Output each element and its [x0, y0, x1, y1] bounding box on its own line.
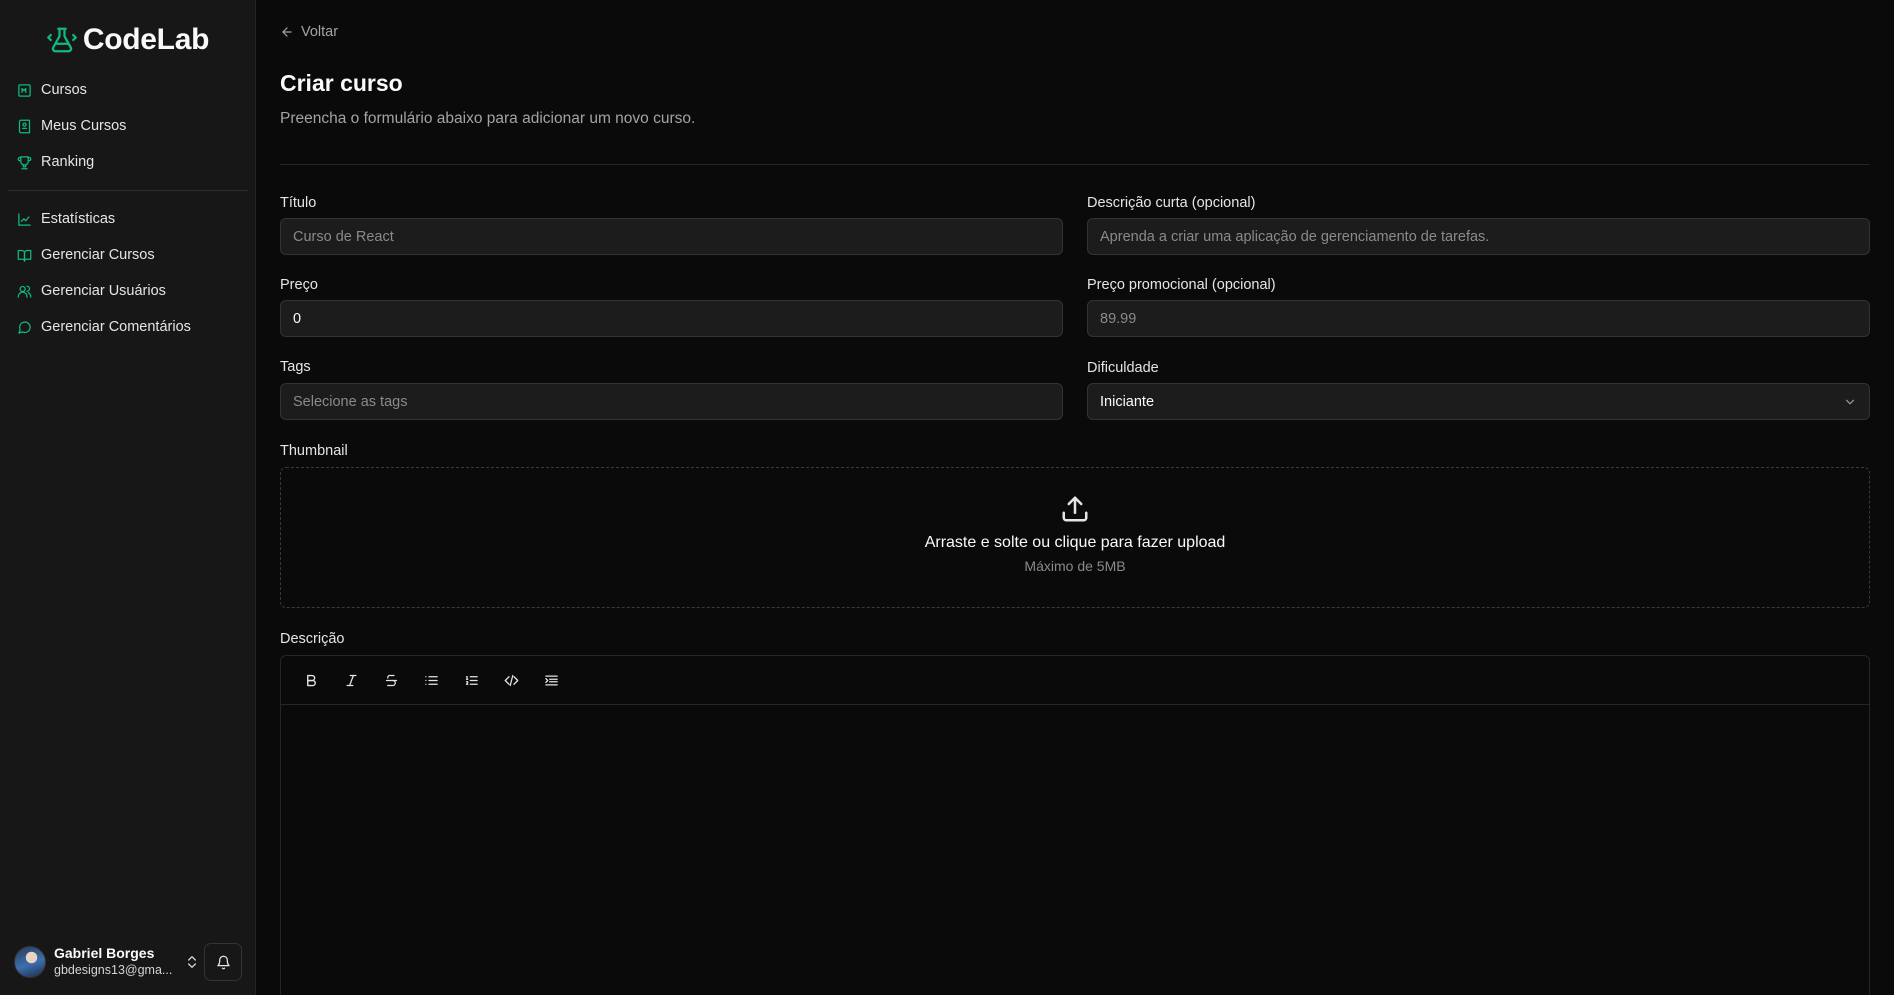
title-input[interactable]	[280, 218, 1063, 255]
short-description-input[interactable]	[1087, 218, 1870, 255]
title-label: Título	[280, 195, 317, 211]
avatar	[14, 946, 46, 978]
sidebar-item-cursos[interactable]: Cursos	[8, 72, 248, 108]
indent-button[interactable]	[533, 664, 569, 696]
my-courses-icon	[18, 119, 31, 133]
italic-button[interactable]	[333, 664, 369, 696]
upload-hint: Máximo de 5MB	[1024, 558, 1126, 574]
tags-label: Tags	[280, 359, 311, 375]
sidebar-item-ranking[interactable]: Ranking	[8, 144, 248, 180]
code-button[interactable]	[493, 664, 529, 696]
user-email: gbdesigns13@gma...	[54, 962, 173, 977]
price-input[interactable]	[280, 300, 1063, 337]
bullet-list-icon	[424, 675, 438, 685]
book-open-icon	[17, 249, 32, 262]
bullet-list-button[interactable]	[413, 664, 449, 696]
strikethrough-button[interactable]	[373, 664, 409, 696]
ordered-list-icon	[465, 675, 478, 685]
sidebar-item-label: Gerenciar Cursos	[41, 247, 155, 263]
main-content: Voltar Criar curso Preencha o formulário…	[280, 0, 1870, 995]
description-label: Descrição	[280, 631, 345, 647]
sidebar: CodeLab Cursos Meus Cursos Ranking Estat…	[0, 0, 256, 995]
indent-icon	[544, 675, 558, 685]
thumbnail-dropzone[interactable]: Arraste e solte ou clique para fazer upl…	[280, 467, 1870, 608]
sidebar-item-gerenciar-usuarios[interactable]: Gerenciar Usuários	[8, 273, 248, 309]
admin-nav: Estatísticas Gerenciar Cursos Gerenciar …	[8, 201, 248, 345]
sidebar-item-label: Gerenciar Comentários	[41, 319, 191, 335]
editor-toolbar	[281, 656, 1869, 705]
sidebar-item-gerenciar-comentarios[interactable]: Gerenciar Comentários	[8, 309, 248, 345]
promo-price-input[interactable]	[1087, 300, 1870, 337]
notifications-button[interactable]	[204, 943, 242, 981]
brand-logo[interactable]: CodeLab	[0, 22, 256, 58]
sidebar-divider	[8, 190, 248, 191]
user-menu[interactable]: Gabriel Borges gbdesigns13@gma...	[8, 939, 248, 985]
promo-price-label: Preço promocional (opcional)	[1087, 277, 1276, 293]
chevron-down-icon	[1845, 399, 1855, 404]
sidebar-item-label: Gerenciar Usuários	[41, 283, 166, 299]
sidebar-item-label: Estatísticas	[41, 211, 116, 227]
chevrons-up-down-icon[interactable]	[182, 952, 202, 972]
page-subtitle: Preencha o formulário abaixo para adicio…	[280, 110, 696, 127]
price-label: Preço	[280, 277, 318, 293]
thumbnail-label: Thumbnail	[280, 443, 348, 459]
primary-nav: Cursos Meus Cursos Ranking	[8, 72, 248, 180]
bold-icon	[306, 674, 316, 686]
courses-icon	[18, 83, 31, 97]
back-link[interactable]: Voltar	[280, 24, 338, 40]
arrow-left-icon	[282, 27, 292, 37]
back-label: Voltar	[301, 24, 339, 40]
message-circle-icon	[18, 320, 31, 334]
bell-icon	[216, 955, 230, 969]
sidebar-item-estatisticas[interactable]: Estatísticas	[8, 201, 248, 237]
description-editor	[280, 655, 1870, 995]
difficulty-label: Dificuldade	[1087, 360, 1159, 376]
tags-select[interactable]: Selecione as tags	[280, 383, 1063, 420]
brand-name: CodeLab	[82, 23, 210, 56]
sidebar-item-label: Ranking	[41, 154, 95, 170]
user-info: Gabriel Borges gbdesigns13@gma...	[54, 945, 178, 978]
ordered-list-button[interactable]	[453, 664, 489, 696]
sidebar-item-label: Cursos	[41, 82, 87, 98]
bold-button[interactable]	[293, 664, 329, 696]
difficulty-value: Iniciante	[1100, 393, 1155, 410]
difficulty-select[interactable]: Iniciante	[1087, 383, 1870, 420]
strikethrough-icon	[385, 674, 397, 686]
tags-placeholder: Selecione as tags	[293, 393, 408, 410]
trophy-icon	[17, 155, 32, 169]
page-title: Criar curso	[280, 70, 403, 96]
upload-text: Arraste e solte ou clique para fazer upl…	[924, 534, 1226, 551]
sidebar-item-meus-cursos[interactable]: Meus Cursos	[8, 108, 248, 144]
users-icon	[17, 285, 32, 298]
chart-icon	[18, 212, 31, 226]
upload-icon	[1062, 496, 1088, 522]
sidebar-item-label: Meus Cursos	[41, 118, 127, 134]
code-icon	[504, 674, 518, 686]
sidebar-item-gerenciar-cursos[interactable]: Gerenciar Cursos	[8, 237, 248, 273]
editor-content-area[interactable]	[281, 705, 1869, 995]
user-name: Gabriel Borges	[54, 945, 155, 962]
flask-icon	[47, 25, 77, 55]
header-divider	[280, 164, 1870, 165]
short-description-label: Descrição curta (opcional)	[1087, 195, 1256, 211]
italic-icon	[346, 674, 356, 686]
